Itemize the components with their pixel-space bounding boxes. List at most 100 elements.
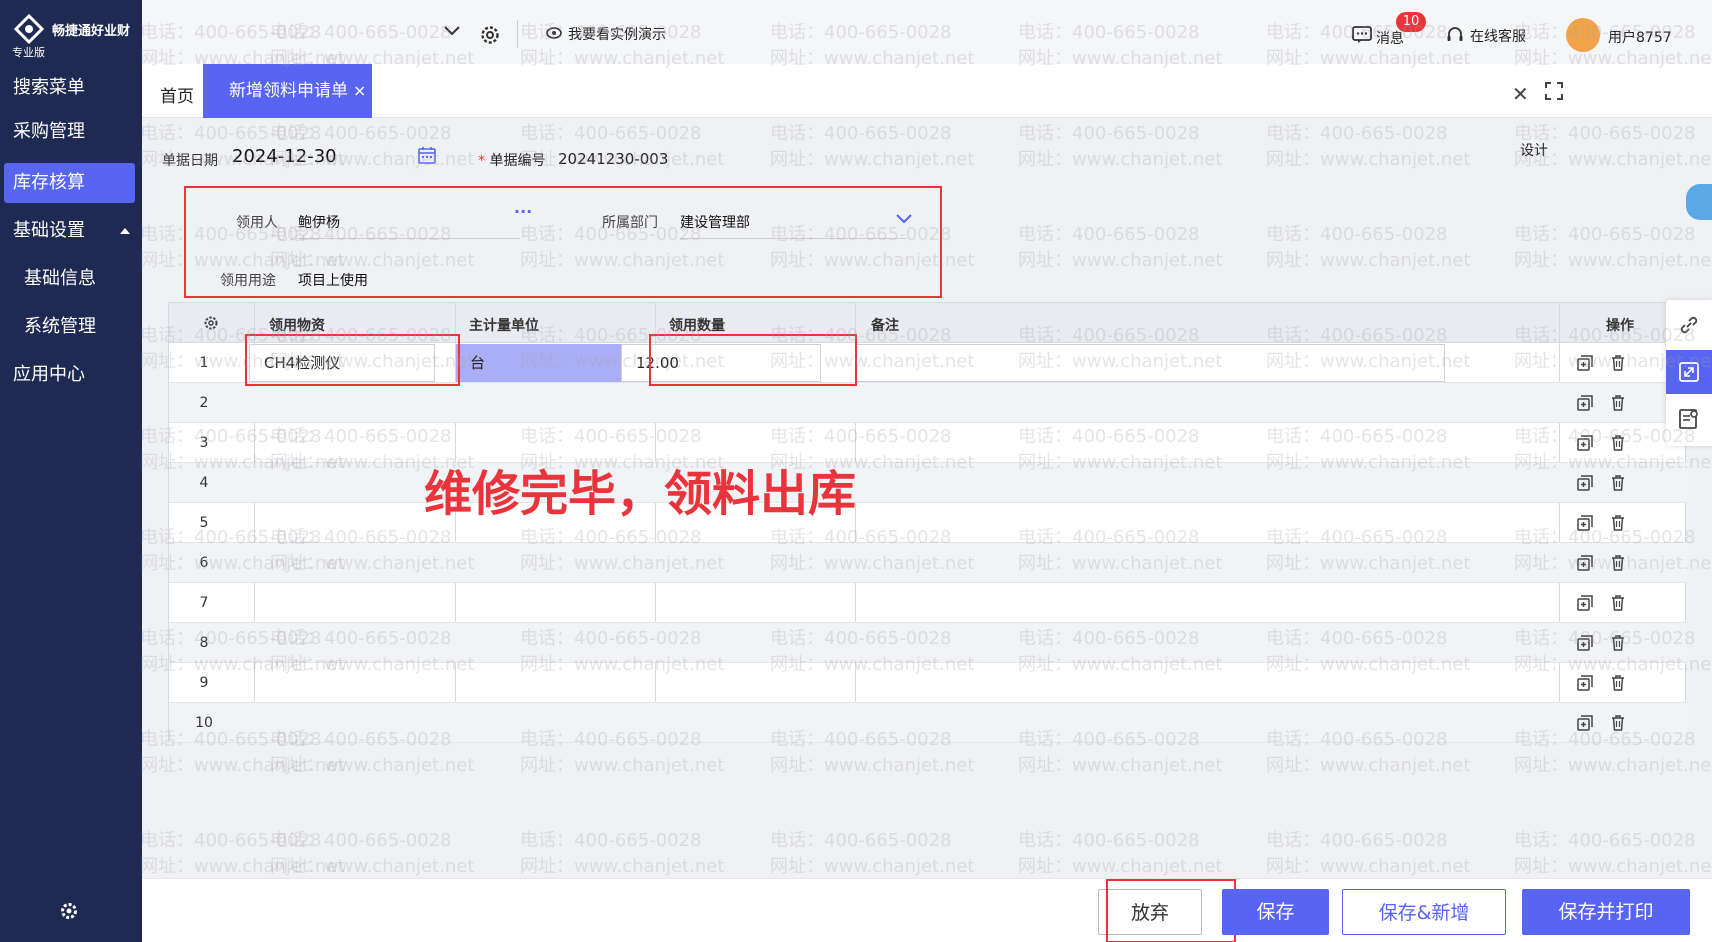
save-highlight bbox=[1106, 879, 1236, 942]
avatar[interactable] bbox=[1566, 18, 1600, 52]
copy-row-icon[interactable] bbox=[1577, 395, 1593, 411]
copy-row-icon[interactable] bbox=[1577, 675, 1593, 691]
sidebar-item-app-center[interactable]: 应用中心 bbox=[0, 355, 142, 395]
table-row[interactable]: 4 bbox=[169, 463, 1687, 503]
messages-label: 消息 bbox=[1376, 31, 1404, 47]
table-row[interactable]: 9 bbox=[169, 663, 1687, 703]
sidebar-item-system[interactable]: 系统管理 bbox=[0, 307, 142, 347]
date-label: 单据日期 bbox=[162, 153, 218, 169]
row-number: 9 bbox=[199, 675, 209, 691]
delete-row-icon[interactable] bbox=[1611, 635, 1625, 651]
tab-home[interactable]: 首页 bbox=[160, 82, 194, 107]
sidebar-item-inventory[interactable]: 库存核算 bbox=[4, 163, 135, 203]
chevron-down-icon[interactable] bbox=[896, 214, 912, 224]
tab-label: 新增领料申请单 bbox=[229, 81, 348, 101]
chevron-down-icon[interactable] bbox=[444, 26, 460, 36]
date-field[interactable]: 2024-12-30 bbox=[232, 146, 337, 167]
required-mark: * bbox=[478, 153, 485, 169]
delete-row-icon[interactable] bbox=[1611, 435, 1625, 451]
copy-row-icon[interactable] bbox=[1577, 715, 1593, 731]
row-number: 4 bbox=[199, 475, 209, 491]
message-count-badge: 10 bbox=[1396, 12, 1426, 32]
purpose-field[interactable]: 项目上使用 bbox=[298, 270, 368, 290]
sidebar-item-label: 库存核算 bbox=[13, 172, 85, 193]
notes-icon[interactable] bbox=[1678, 408, 1700, 430]
table-row[interactable]: 5 bbox=[169, 503, 1687, 543]
table-row[interactable]: 10 bbox=[169, 703, 1687, 743]
copy-row-icon[interactable] bbox=[1577, 595, 1593, 611]
row-number: 2 bbox=[199, 395, 209, 411]
table-row[interactable]: 8 bbox=[169, 623, 1687, 663]
brand-name: 畅捷通好业财 bbox=[52, 24, 131, 39]
copy-row-icon[interactable] bbox=[1577, 355, 1593, 371]
fullscreen-icon[interactable] bbox=[1545, 82, 1563, 100]
sidebar-item-basic-settings[interactable]: 基础设置 bbox=[0, 211, 142, 251]
table-row[interactable]: 7 bbox=[169, 583, 1687, 623]
number-label-text: 单据编号 bbox=[489, 153, 546, 169]
annotation-text: 维修完毕，领料出库 bbox=[424, 466, 857, 522]
sidebar-item-search[interactable]: 搜索菜单 bbox=[0, 68, 142, 108]
copy-row-icon[interactable] bbox=[1577, 475, 1593, 491]
column-settings-icon[interactable] bbox=[203, 315, 219, 331]
copy-row-icon[interactable] bbox=[1577, 635, 1593, 651]
copy-row-icon[interactable] bbox=[1577, 515, 1593, 531]
more-icon[interactable]: ··· bbox=[514, 202, 532, 221]
design-link[interactable]: 设计 bbox=[1520, 140, 1548, 160]
close-icon[interactable]: × bbox=[353, 64, 366, 118]
user-name[interactable]: 用户8757 bbox=[1608, 27, 1672, 47]
copy-row-icon[interactable] bbox=[1577, 555, 1593, 571]
sidebar-item-basic-info[interactable]: 基础信息 bbox=[0, 259, 142, 299]
edition-label: 专业版 bbox=[12, 46, 45, 59]
header-qty: 领用数量 bbox=[669, 318, 725, 334]
sidebar-item-label: 系统管理 bbox=[24, 316, 96, 337]
link-icon[interactable] bbox=[1678, 314, 1700, 336]
delete-row-icon[interactable] bbox=[1611, 675, 1625, 691]
save-button[interactable]: 保存 bbox=[1222, 889, 1329, 935]
note-input[interactable] bbox=[855, 344, 1445, 382]
delete-row-icon[interactable] bbox=[1611, 475, 1625, 491]
delete-row-icon[interactable] bbox=[1611, 595, 1625, 611]
number-field[interactable]: 20241230-003 bbox=[558, 150, 668, 168]
calendar-icon[interactable] bbox=[418, 146, 436, 164]
purpose-label: 领用用途 bbox=[220, 273, 276, 289]
delete-row-icon[interactable] bbox=[1611, 355, 1625, 371]
dept-select[interactable]: 建设管理部 bbox=[680, 212, 750, 232]
delete-row-icon[interactable] bbox=[1611, 715, 1625, 731]
tab-new-requisition[interactable]: 新增领料申请单 × bbox=[203, 64, 372, 118]
recipient-field[interactable]: 鲍伊杨 bbox=[298, 212, 340, 232]
eye-icon bbox=[546, 27, 562, 39]
row-number: 6 bbox=[199, 555, 209, 571]
recipient-label: 领用人 bbox=[236, 215, 278, 231]
close-all-icon[interactable]: ✕ bbox=[1512, 82, 1529, 106]
save-new-button[interactable]: 保存&新增 bbox=[1342, 889, 1506, 935]
divider bbox=[517, 20, 518, 48]
assistant-robot-icon[interactable] bbox=[1686, 184, 1712, 220]
settings-icon[interactable] bbox=[479, 24, 501, 46]
sidebar-item-label: 搜索菜单 bbox=[13, 77, 85, 98]
delete-row-icon[interactable] bbox=[1611, 395, 1625, 411]
qty-highlight bbox=[649, 334, 857, 386]
gear-icon[interactable] bbox=[59, 901, 79, 921]
message-icon bbox=[1352, 26, 1372, 43]
header-material: 领用物资 bbox=[269, 318, 325, 334]
expand-icon bbox=[1679, 362, 1699, 382]
delete-row-icon[interactable] bbox=[1611, 555, 1625, 571]
sidebar-item-label: 基础信息 bbox=[24, 268, 96, 289]
tab-bar: 首页 新增领料申请单 × ✕ bbox=[142, 64, 1712, 118]
brand-logo[interactable]: 畅捷通好业财 专业版 bbox=[10, 10, 140, 60]
table-row[interactable]: 3 bbox=[169, 423, 1687, 463]
save-print-button[interactable]: 保存并打印 bbox=[1522, 889, 1690, 935]
sidebar-item-label: 应用中心 bbox=[13, 364, 85, 385]
header-unit: 主计量单位 bbox=[469, 318, 539, 334]
demo-label: 我要看实例演示 bbox=[568, 27, 666, 43]
header-note: 备注 bbox=[871, 318, 899, 334]
sidebar-item-label: 采购管理 bbox=[13, 121, 85, 142]
table-row[interactable]: 2 bbox=[169, 383, 1687, 423]
online-service-label: 在线客服 bbox=[1470, 29, 1526, 45]
delete-row-icon[interactable] bbox=[1611, 515, 1625, 531]
table-row[interactable]: 6 bbox=[169, 543, 1687, 583]
copy-row-icon[interactable] bbox=[1577, 435, 1593, 451]
expand-button[interactable] bbox=[1666, 350, 1712, 394]
sidebar-item-purchase[interactable]: 采购管理 bbox=[0, 112, 142, 152]
number-label: * 单据编号 bbox=[478, 150, 545, 170]
